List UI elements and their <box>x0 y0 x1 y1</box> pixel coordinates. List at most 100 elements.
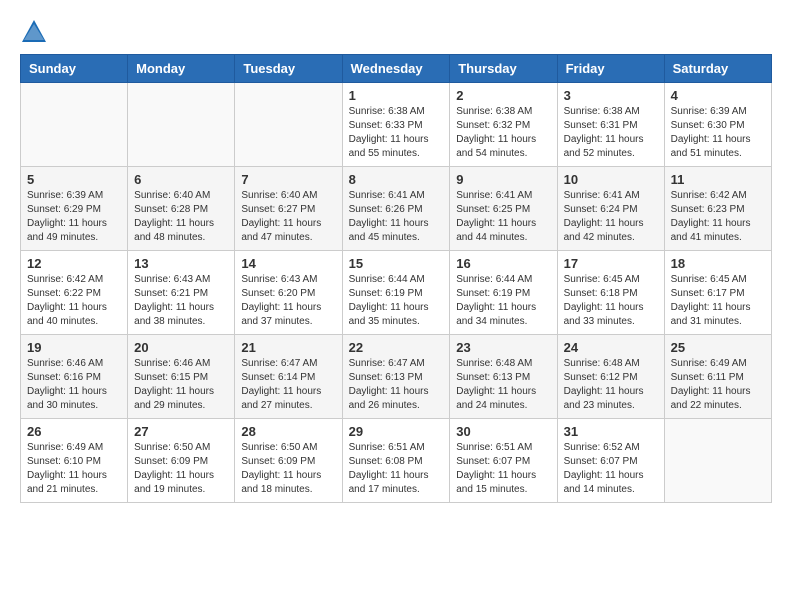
calendar-cell: 10Sunrise: 6:41 AM Sunset: 6:24 PM Dayli… <box>557 167 664 251</box>
day-number: 15 <box>349 256 444 271</box>
day-number: 3 <box>564 88 658 103</box>
day-number: 30 <box>456 424 550 439</box>
day-info: Sunrise: 6:38 AM Sunset: 6:32 PM Dayligh… <box>456 105 550 161</box>
day-info: Sunrise: 6:38 AM Sunset: 6:31 PM Dayligh… <box>564 105 658 161</box>
day-number: 9 <box>456 172 550 187</box>
calendar-cell: 26Sunrise: 6:49 AM Sunset: 6:10 PM Dayli… <box>21 419 128 503</box>
day-number: 22 <box>349 340 444 355</box>
calendar-cell: 18 Sunrise: 6:45 AM Sunset: 6:17 PM Dayli… <box>664 251 771 335</box>
calendar-cell: 12 Sunrise: 6:42 AM Sunset: 6:22 PM Dayli… <box>21 251 128 335</box>
calendar-table: SundayMondayTuesdayWednesdayThursdayFrid… <box>20 54 772 503</box>
day-info: Sunrise: 6:47 AM Sunset: 6:13 PM Dayligh… <box>349 357 444 413</box>
calendar-cell: 29Sunrise: 6:51 AM Sunset: 6:08 PM Dayli… <box>342 419 450 503</box>
day-info: Sunrise: 6:41 AM Sunset: 6:25 PM Dayligh… <box>456 189 550 245</box>
day-number: 28 <box>241 424 335 439</box>
day-info: Sunrise: 6:51 AM Sunset: 6:08 PM Dayligh… <box>349 441 444 497</box>
day-number: 19 <box>27 340 121 355</box>
calendar-cell: 28 Sunrise: 6:50 AM Sunset: 6:09 PM Dayli… <box>235 419 342 503</box>
calendar-cell: 31Sunrise: 6:52 AM Sunset: 6:07 PM Dayli… <box>557 419 664 503</box>
day-header-thursday: Thursday <box>450 55 557 83</box>
calendar-cell: 23 Sunrise: 6:48 AM Sunset: 6:13 PM Dayli… <box>450 335 557 419</box>
day-info: Sunrise: 6:40 AM Sunset: 6:28 PM Dayligh… <box>134 189 228 245</box>
calendar-week-1: 1 Sunrise: 6:38 AM Sunset: 6:33 PM Daylig… <box>21 83 772 167</box>
calendar-cell: 24 Sunrise: 6:48 AM Sunset: 6:12 PM Dayli… <box>557 335 664 419</box>
page-header <box>20 10 772 46</box>
calendar-cell: 3 Sunrise: 6:38 AM Sunset: 6:31 PM Daylig… <box>557 83 664 167</box>
calendar-cell: 15 Sunrise: 6:44 AM Sunset: 6:19 PM Dayli… <box>342 251 450 335</box>
calendar-cell <box>21 83 128 167</box>
day-info: Sunrise: 6:43 AM Sunset: 6:21 PM Dayligh… <box>134 273 228 329</box>
day-number: 11 <box>671 172 765 187</box>
day-info: Sunrise: 6:48 AM Sunset: 6:13 PM Dayligh… <box>456 357 550 413</box>
day-info: Sunrise: 6:45 AM Sunset: 6:17 PM Dayligh… <box>671 273 765 329</box>
day-number: 13 <box>134 256 228 271</box>
calendar-cell: 16 Sunrise: 6:44 AM Sunset: 6:19 PM Dayli… <box>450 251 557 335</box>
day-number: 2 <box>456 88 550 103</box>
calendar-cell: 19 Sunrise: 6:46 AM Sunset: 6:16 PM Dayli… <box>21 335 128 419</box>
day-info: Sunrise: 6:48 AM Sunset: 6:12 PM Dayligh… <box>564 357 658 413</box>
day-info: Sunrise: 6:38 AM Sunset: 6:33 PM Dayligh… <box>349 105 444 161</box>
calendar-cell <box>235 83 342 167</box>
day-number: 25 <box>671 340 765 355</box>
calendar-cell: 25 Sunrise: 6:49 AM Sunset: 6:11 PM Dayli… <box>664 335 771 419</box>
calendar-cell: 22 Sunrise: 6:47 AM Sunset: 6:13 PM Dayli… <box>342 335 450 419</box>
calendar-week-4: 19 Sunrise: 6:46 AM Sunset: 6:16 PM Dayli… <box>21 335 772 419</box>
day-number: 10 <box>564 172 658 187</box>
day-number: 6 <box>134 172 228 187</box>
day-info: Sunrise: 6:42 AM Sunset: 6:22 PM Dayligh… <box>27 273 121 329</box>
day-number: 14 <box>241 256 335 271</box>
day-number: 8 <box>349 172 444 187</box>
calendar-cell: 4 Sunrise: 6:39 AM Sunset: 6:30 PM Daylig… <box>664 83 771 167</box>
calendar-cell: 7 Sunrise: 6:40 AM Sunset: 6:27 PM Daylig… <box>235 167 342 251</box>
day-number: 23 <box>456 340 550 355</box>
day-number: 24 <box>564 340 658 355</box>
day-info: Sunrise: 6:41 AM Sunset: 6:26 PM Dayligh… <box>349 189 444 245</box>
day-info: Sunrise: 6:40 AM Sunset: 6:27 PM Dayligh… <box>241 189 335 245</box>
day-number: 12 <box>27 256 121 271</box>
day-info: Sunrise: 6:44 AM Sunset: 6:19 PM Dayligh… <box>349 273 444 329</box>
day-number: 4 <box>671 88 765 103</box>
day-number: 21 <box>241 340 335 355</box>
calendar-cell: 14 Sunrise: 6:43 AM Sunset: 6:20 PM Dayli… <box>235 251 342 335</box>
day-info: Sunrise: 6:52 AM Sunset: 6:07 PM Dayligh… <box>564 441 658 497</box>
logo-icon <box>20 18 48 46</box>
calendar-cell: 6 Sunrise: 6:40 AM Sunset: 6:28 PM Daylig… <box>128 167 235 251</box>
day-number: 5 <box>27 172 121 187</box>
day-header-sunday: Sunday <box>21 55 128 83</box>
calendar-cell: 27 Sunrise: 6:50 AM Sunset: 6:09 PM Dayli… <box>128 419 235 503</box>
calendar-cell <box>664 419 771 503</box>
day-info: Sunrise: 6:46 AM Sunset: 6:16 PM Dayligh… <box>27 357 121 413</box>
day-info: Sunrise: 6:47 AM Sunset: 6:14 PM Dayligh… <box>241 357 335 413</box>
day-number: 16 <box>456 256 550 271</box>
day-header-tuesday: Tuesday <box>235 55 342 83</box>
logo <box>20 18 52 46</box>
calendar-cell: 11Sunrise: 6:42 AM Sunset: 6:23 PM Dayli… <box>664 167 771 251</box>
day-number: 17 <box>564 256 658 271</box>
day-info: Sunrise: 6:43 AM Sunset: 6:20 PM Dayligh… <box>241 273 335 329</box>
day-info: Sunrise: 6:50 AM Sunset: 6:09 PM Dayligh… <box>134 441 228 497</box>
calendar-cell: 30 Sunrise: 6:51 AM Sunset: 6:07 PM Dayli… <box>450 419 557 503</box>
day-info: Sunrise: 6:45 AM Sunset: 6:18 PM Dayligh… <box>564 273 658 329</box>
calendar-week-5: 26Sunrise: 6:49 AM Sunset: 6:10 PM Dayli… <box>21 419 772 503</box>
calendar-week-3: 12 Sunrise: 6:42 AM Sunset: 6:22 PM Dayli… <box>21 251 772 335</box>
day-info: Sunrise: 6:50 AM Sunset: 6:09 PM Dayligh… <box>241 441 335 497</box>
day-info: Sunrise: 6:49 AM Sunset: 6:11 PM Dayligh… <box>671 357 765 413</box>
calendar-cell: 9 Sunrise: 6:41 AM Sunset: 6:25 PM Daylig… <box>450 167 557 251</box>
calendar-cell: 13 Sunrise: 6:43 AM Sunset: 6:21 PM Dayli… <box>128 251 235 335</box>
day-number: 27 <box>134 424 228 439</box>
calendar-cell <box>128 83 235 167</box>
day-info: Sunrise: 6:39 AM Sunset: 6:30 PM Dayligh… <box>671 105 765 161</box>
day-number: 18 <box>671 256 765 271</box>
day-number: 26 <box>27 424 121 439</box>
calendar-cell: 1 Sunrise: 6:38 AM Sunset: 6:33 PM Daylig… <box>342 83 450 167</box>
calendar-cell: 17 Sunrise: 6:45 AM Sunset: 6:18 PM Dayli… <box>557 251 664 335</box>
day-number: 1 <box>349 88 444 103</box>
day-number: 7 <box>241 172 335 187</box>
day-info: Sunrise: 6:46 AM Sunset: 6:15 PM Dayligh… <box>134 357 228 413</box>
calendar-cell: 21 Sunrise: 6:47 AM Sunset: 6:14 PM Dayli… <box>235 335 342 419</box>
day-number: 20 <box>134 340 228 355</box>
day-info: Sunrise: 6:44 AM Sunset: 6:19 PM Dayligh… <box>456 273 550 329</box>
day-header-friday: Friday <box>557 55 664 83</box>
calendar-week-2: 5Sunrise: 6:39 AM Sunset: 6:29 PM Daylig… <box>21 167 772 251</box>
day-info: Sunrise: 6:51 AM Sunset: 6:07 PM Dayligh… <box>456 441 550 497</box>
